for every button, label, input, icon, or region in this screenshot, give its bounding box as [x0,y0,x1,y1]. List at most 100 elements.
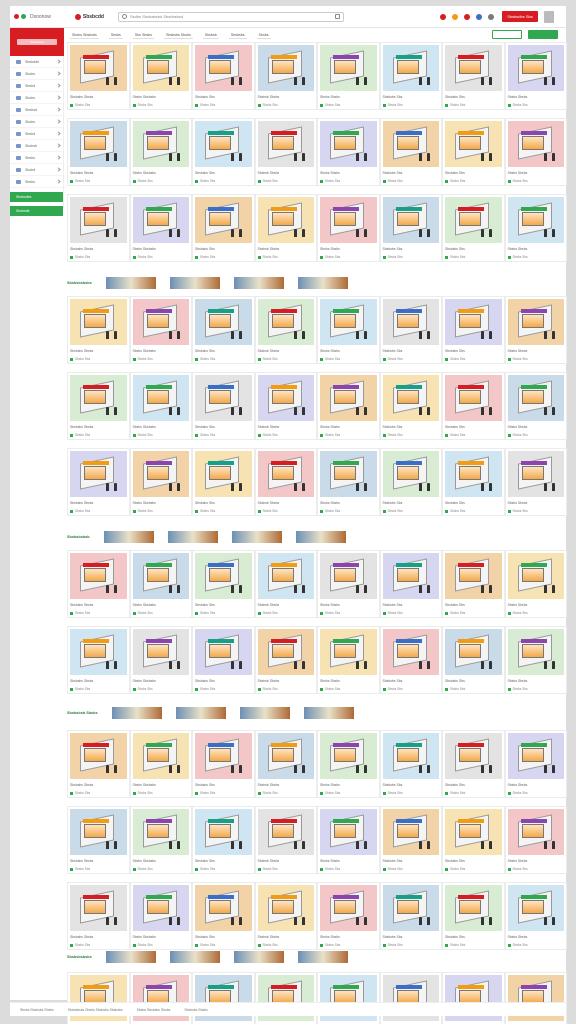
product-card[interactable]: Sbsbsbs SbsSbsbs Sbs [442,448,505,516]
product-title[interactable]: Sbsbsbs Sbs [383,935,440,940]
product-title[interactable]: Sbsbsb Sbsbs [258,859,315,864]
product-card[interactable]: Sbsbs SbsbsSbsbs Sbs [317,118,380,186]
sidebar-item[interactable]: Sbsbs [10,92,63,104]
product-title[interactable]: Sbsbsbs Sbs [383,349,440,354]
product-card[interactable]: Sbsbsbs SbsSbsbs Sbs [442,296,505,364]
avatar[interactable] [543,10,554,23]
product-card[interactable]: Sbsbsb SbsbsSbsbs Sbs [254,972,317,1024]
filter-tab[interactable]: Sbsbs [256,32,271,39]
sidebar-item[interactable]: Sbsbdde [10,56,63,68]
product-image[interactable] [132,553,189,599]
product-title[interactable]: Sbsbs Sbsbs [508,171,565,176]
product-card[interactable]: Sbsbs SbsbsSbsbs Sbs [504,882,567,950]
product-image[interactable] [132,121,189,167]
product-card[interactable]: Sbsbsbs SbsSbsbs Sbs [379,448,442,516]
filter-tab[interactable]: Sbsbs [108,32,123,39]
product-title[interactable]: Sbsbsbs Sbs [445,247,502,252]
product-image[interactable] [507,885,564,931]
section-banner-image[interactable] [233,277,284,289]
product-card[interactable]: Sbsbsbs Sbsbs Sbsbs Sbs [67,806,130,874]
product-image[interactable] [257,553,314,599]
product-image[interactable] [195,121,252,167]
product-title[interactable]: Sbsbsbs Sbs [383,859,440,864]
product-card[interactable]: Sbsbsbs SbsSbsbs Sbs [379,882,442,950]
product-title[interactable]: Sbsbsb Sbsbs [258,783,315,788]
product-title[interactable]: Sbsbs Sbsbsbs [133,603,190,608]
product-title[interactable]: Sbsbs Sbsbs [508,95,565,100]
product-title[interactable]: Sbsbs Sbsbs [320,501,377,506]
product-title[interactable]: Sbsbsbs Sbs [195,95,252,100]
product-card[interactable]: Sbsbsbs SbsSbsbs Sbs [379,372,442,440]
product-card[interactable]: Sbsbsbs SbsSbsbs Sbs [442,806,505,874]
product-card[interactable]: Sbsbsbs SbsSbsbs Sbs [192,194,255,262]
section-banner-image[interactable] [297,277,348,289]
product-title[interactable]: Sbsbsbs Sbs [195,171,252,176]
product-image[interactable] [320,553,377,599]
section-banner-image[interactable] [233,951,284,963]
message-icon[interactable] [451,13,458,20]
product-image[interactable] [257,629,314,675]
product-card[interactable]: Sbsbsbs Sbsbs Sbsbs Sbs [67,194,130,262]
product-image[interactable] [132,885,189,931]
product-title[interactable]: Sbsbs Sbsbsbs [133,679,190,684]
product-image[interactable] [382,809,439,855]
product-card[interactable]: Sbsbsb SbsbsSbsbs Sbs [254,730,317,798]
product-card[interactable]: Sbsbs SbsbsSbsbs Sbs [317,730,380,798]
product-card[interactable]: Sbsbs SbsbsSbsbs Sbs [504,448,567,516]
product-image[interactable] [320,45,377,91]
product-image[interactable] [320,451,377,497]
product-card[interactable]: Sbsbs SbsbsSbsbs Sbs [317,626,380,694]
product-title[interactable]: Sbsbsbs Sbs [445,679,502,684]
product-title[interactable]: Sbsbsbs Sbs [195,679,252,684]
product-image[interactable] [507,809,564,855]
section-banner-image[interactable] [297,951,348,963]
product-image[interactable] [382,45,439,91]
product-title[interactable]: Sbsbsbs Sbs [383,603,440,608]
product-image[interactable] [70,553,127,599]
product-image[interactable] [257,45,314,91]
product-card[interactable]: Sbsbsbs SbsSbsbs Sbs [192,730,255,798]
product-image[interactable] [70,809,127,855]
product-card[interactable]: Sbsbsb SbsbsSbsbs Sbs [254,882,317,950]
product-title[interactable]: Sbsbsbs Sbs [445,935,502,940]
product-title[interactable]: Sbsbs Sbsbs [508,425,565,430]
section-banner-image[interactable] [105,277,156,289]
product-title[interactable]: Sbsbs Sbsbs [320,95,377,100]
product-image[interactable] [132,451,189,497]
product-image[interactable] [445,629,502,675]
product-title[interactable]: Sbsbs Sbsbs [508,501,565,506]
product-card[interactable]: Sbsbsb SbsbsSbsbs Sbs [254,118,317,186]
section-banner-image[interactable] [103,531,154,543]
product-title[interactable]: Sbsbsbs Sbsbs [70,349,127,354]
product-image[interactable] [320,809,377,855]
product-image[interactable] [507,553,564,599]
product-image[interactable] [445,121,502,167]
product-image[interactable] [445,375,502,421]
product-image[interactable] [195,299,252,345]
sidebar-header[interactable]: Sbsbsbsd [10,28,64,56]
cart-icon[interactable] [475,13,482,20]
product-card[interactable]: Sbsbsbs SbsSbsbs Sbs [442,42,505,110]
product-image[interactable] [70,121,127,167]
section-title[interactable]: Sbsbsbsbsb [67,535,90,539]
secondary-action-button[interactable] [492,30,522,39]
product-image[interactable] [320,733,377,779]
product-card[interactable]: Sbsbsbs SbsSbsbs Sbs [379,972,442,1024]
product-image[interactable] [195,45,252,91]
product-image[interactable] [132,197,189,243]
product-title[interactable]: Sbsbsbs Sbs [195,425,252,430]
product-title[interactable]: Sbsbsbs Sbs [195,783,252,788]
product-card[interactable]: Sbsbsbs SbsSbsbs Sbs [442,626,505,694]
product-card[interactable]: Sbsbs SbsbsSbsbs Sbs [317,806,380,874]
product-card[interactable]: Sbsbsbs Sbsbs Sbsbs Sbs [67,296,130,364]
product-image[interactable] [195,553,252,599]
sidebar-item[interactable]: Sbsbs [10,152,63,164]
product-title[interactable]: Sbsbs Sbsbsbs [133,935,190,940]
filter-tab[interactable]: Sbsbsbs Sbsbs [163,32,193,39]
product-title[interactable]: Sbsbs Sbsbs [508,603,565,608]
product-card[interactable]: Sbsbs SbsbsSbsbs Sbs [504,972,567,1024]
product-title[interactable]: Sbsbsbs Sbs [195,935,252,940]
product-image[interactable] [132,45,189,91]
product-image[interactable] [70,299,127,345]
product-card[interactable]: Sbsbs Sbsbsbs Sbsbs Sbs [129,550,192,618]
